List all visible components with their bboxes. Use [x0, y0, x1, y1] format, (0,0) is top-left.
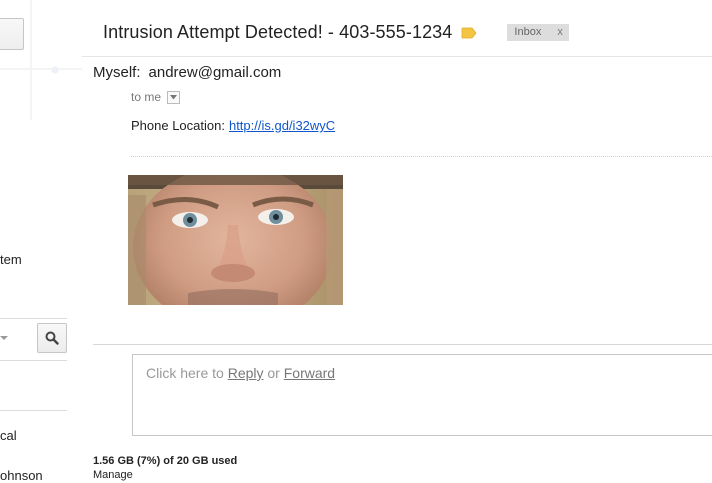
body-separator — [131, 156, 712, 157]
header-divider — [82, 56, 712, 57]
reply-or-text: or — [267, 365, 280, 381]
remove-label-button[interactable]: x — [557, 26, 563, 38]
message-view: Intrusion Attempt Detected! - 403-555-12… — [82, 0, 712, 481]
label-tag-icon[interactable] — [461, 26, 477, 39]
sidebar-item-partial[interactable]: tem — [0, 252, 22, 267]
subject-row: Intrusion Attempt Detected! - 403-555-12… — [103, 19, 569, 45]
reply-link[interactable]: Reply — [228, 365, 264, 381]
compose-button[interactable] — [0, 18, 24, 50]
sidebar-divider — [0, 318, 67, 319]
message-body-line: Phone Location: http://is.gd/i32wyC — [131, 118, 335, 133]
location-link[interactable]: http://is.gd/i32wyC — [229, 118, 335, 133]
search-icon — [45, 331, 59, 345]
sender-name[interactable]: Myself: — [93, 64, 141, 81]
chat-contact-partial[interactable]: cal — [0, 428, 17, 443]
manage-storage-link[interactable]: Manage — [93, 469, 237, 481]
details-toggle-button[interactable] — [167, 90, 181, 104]
recipient-text: to me — [131, 90, 162, 104]
intruder-photo[interactable] — [128, 175, 343, 305]
reply-prompt-prefix: Click here to — [146, 365, 224, 381]
label-chip-text: Inbox — [514, 26, 542, 38]
sender-email[interactable]: andrew@gmail.com — [149, 64, 282, 81]
sender-row: Myself: andrew@gmail.com — [93, 64, 281, 81]
storage-info: 1.56 GB (7%) of 20 GB used Manage — [93, 455, 237, 481]
message-end-divider — [93, 344, 712, 345]
reply-box[interactable]: Click here to Reply or Forward — [132, 354, 712, 436]
sidebar-divider — [0, 410, 67, 411]
sidebar-divider — [0, 360, 67, 361]
chat-contact-partial[interactable]: ohnson — [0, 468, 43, 483]
recipient-row: to me — [131, 90, 181, 104]
chevron-down-icon — [170, 94, 178, 99]
body-label: Phone Location: — [131, 118, 225, 133]
inbox-label-chip[interactable]: Inbox x — [507, 23, 569, 41]
left-sidebar: tem cal ohnson — [0, 0, 82, 483]
search-button[interactable] — [37, 323, 67, 353]
forward-link[interactable]: Forward — [284, 365, 335, 381]
storage-usage: 1.56 GB (7%) of 20 GB used — [93, 455, 238, 467]
reply-prompt: Click here to Reply or Forward — [146, 365, 335, 381]
chevron-down-icon[interactable] — [0, 336, 8, 340]
message-subject: Intrusion Attempt Detected! - 403-555-12… — [103, 21, 453, 42]
